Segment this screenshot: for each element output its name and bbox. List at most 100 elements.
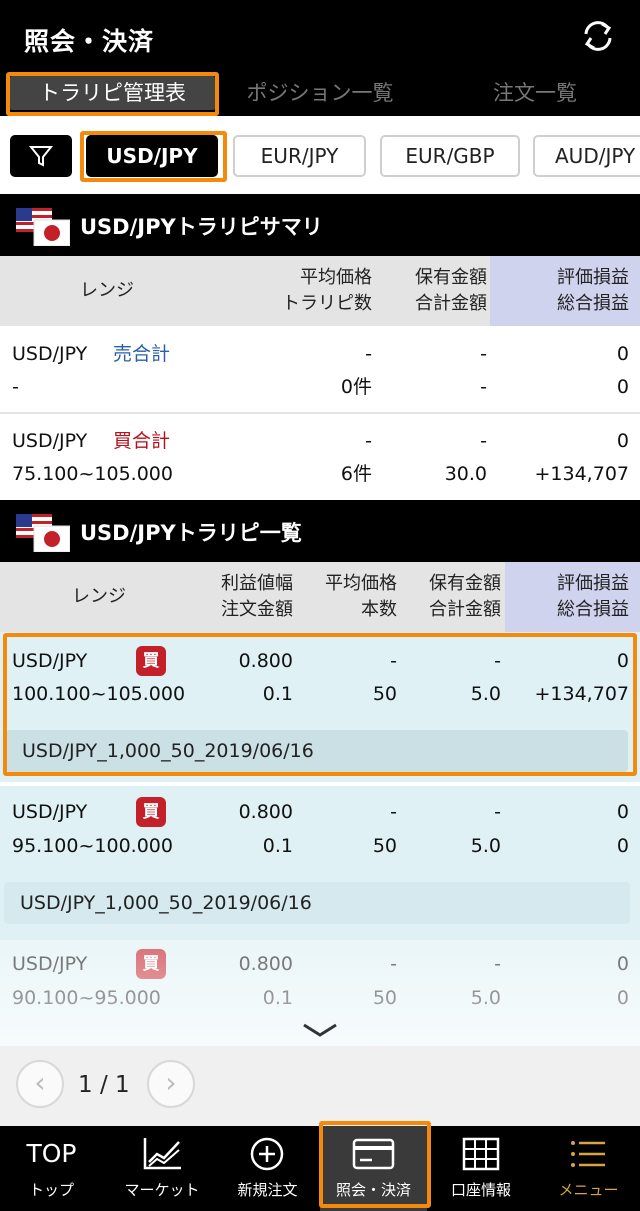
pair-chip-eurjpy[interactable]: EUR/JPY — [233, 135, 366, 177]
col-total: 合計金額 — [415, 293, 487, 314]
nav-label: 新規注文 — [237, 1181, 298, 1199]
count-value: 50 — [372, 683, 397, 705]
nav-label: メニュー — [558, 1181, 619, 1199]
table-icon — [462, 1137, 500, 1171]
col-total: 合計金額 — [429, 599, 501, 620]
bottom-nav: TOP トップ マーケット 新規注文 照会・決済 口座情報 メニュー — [0, 1126, 640, 1211]
eval-pl-value: 0 — [616, 650, 629, 672]
nav-new-order[interactable]: 新規注文 — [215, 1126, 320, 1211]
holding-value: - — [480, 430, 487, 452]
trap-name: USD/JPY_1,000_50_2019/06/16 — [6, 730, 628, 772]
range-value: 75.100~105.000 — [12, 463, 173, 485]
total-value: 5.0 — [470, 835, 501, 857]
total-pl-value: 0 — [616, 835, 629, 857]
count-value: 6件 — [340, 463, 372, 485]
profit-width-value: 0.800 — [238, 953, 293, 975]
summary-header: USD/JPYトラリピサマリ — [0, 194, 640, 256]
filter-icon — [28, 146, 54, 167]
total-value: 5.0 — [470, 987, 501, 1009]
us-jp-flag-icon — [16, 514, 70, 552]
filter-bar: USD/JPY EUR/JPY EUR/GBP AUD/JPY — [0, 116, 640, 194]
refresh-icon[interactable] — [578, 16, 618, 56]
tab-label: ポジション一覧 — [246, 81, 394, 105]
profit-width-value: 0.800 — [238, 801, 293, 823]
side-label: 売合計 — [113, 343, 171, 365]
tab-orders[interactable]: 注文一覧 — [440, 70, 630, 116]
prev-page-button[interactable]: ‹ — [16, 1060, 64, 1108]
chevron-down-icon[interactable] — [300, 1020, 340, 1040]
avg-price-value: - — [365, 430, 372, 452]
nav-top[interactable]: TOP トップ — [0, 1126, 103, 1211]
eval-pl-value: 0 — [616, 430, 629, 452]
holding-value: - — [494, 801, 501, 823]
list-header: USD/JPYトラリピ一覧 — [0, 500, 640, 562]
side-label: 買合計 — [113, 430, 171, 452]
trap-name: USD/JPY_1,000_50_2019/06/16 — [4, 882, 630, 924]
eval-pl-value: 0 — [616, 801, 629, 823]
list-column-header: レンジ 利益値幅 注文金額 平均価格 本数 保有金額 合計金額 評価損益 総合損… — [0, 562, 640, 632]
holding-value: - — [494, 953, 501, 975]
pagination: ‹ 1 / 1 › — [0, 1046, 640, 1126]
col-total-pl: 総合損益 — [557, 599, 629, 620]
nav-label: マーケット — [124, 1181, 200, 1199]
col-total-pl: 総合損益 — [557, 293, 629, 314]
order-amount-value: 0.1 — [262, 835, 293, 857]
pair-label: USD/JPY — [12, 430, 88, 452]
holding-value: - — [494, 650, 501, 672]
pair-label: USD/JPY — [12, 650, 88, 672]
col-count: 本数 — [361, 599, 397, 620]
nav-inquiry[interactable]: 照会・決済 — [320, 1126, 427, 1211]
nav-label: 照会・決済 — [335, 1181, 411, 1199]
us-jp-flag-icon — [16, 208, 70, 246]
avg-price-value: - — [365, 343, 372, 365]
holding-value: - — [480, 343, 487, 365]
range-value: - — [12, 376, 19, 398]
plus-circle-icon — [250, 1137, 284, 1171]
pair-chip-audjpy[interactable]: AUD/JPY — [533, 135, 640, 177]
tab-label: 注文一覧 — [493, 81, 577, 105]
total-pl-value: +134,707 — [534, 683, 630, 705]
col-holding: 保有金額 — [415, 267, 487, 288]
buy-badge: 買 — [136, 797, 166, 827]
summary-row-buy[interactable]: USD/JPY 買合計 75.100~105.000 - 6件 - 30.0 0… — [0, 414, 640, 500]
tab-positions[interactable]: ポジション一覧 — [225, 70, 415, 116]
pair-chip-usdjpy[interactable]: USD/JPY — [86, 135, 218, 177]
col-avg-price: 平均価格 — [325, 573, 397, 594]
pair-label: USD/JPY — [12, 343, 88, 365]
next-page-button[interactable]: › — [147, 1060, 195, 1108]
eval-pl-value: 0 — [616, 953, 629, 975]
total-value: - — [480, 376, 487, 398]
avg-price-value: - — [390, 953, 397, 975]
pair-chip-eurgbp[interactable]: EUR/GBP — [380, 135, 520, 177]
col-avg-price: 平均価格 — [300, 267, 372, 288]
eval-pl-value: 0 — [616, 343, 629, 365]
card-icon — [352, 1138, 395, 1170]
nav-account[interactable]: 口座情報 — [428, 1126, 534, 1211]
app-header: 照会・決済 — [0, 0, 640, 70]
total-pl-value: +134,707 — [534, 463, 630, 485]
section-title: USD/JPYトラリピサマリ — [80, 215, 323, 239]
filter-button[interactable] — [10, 135, 72, 177]
buy-badge: 買 — [136, 646, 166, 676]
nav-market[interactable]: マーケット — [109, 1126, 215, 1211]
total-pl-value: 0 — [616, 376, 629, 398]
nav-menu[interactable]: メニュー — [537, 1126, 640, 1211]
profit-width-value: 0.800 — [238, 650, 293, 672]
pair-label: USD/JPY — [12, 953, 88, 975]
trap-row[interactable]: USD/JPY 買 100.100~105.000 0.800 0.1 - 50… — [0, 632, 640, 782]
top-icon: TOP — [26, 1139, 77, 1168]
count-value: 50 — [372, 835, 397, 857]
col-range: レンジ — [80, 280, 134, 301]
col-holding: 保有金額 — [429, 573, 501, 594]
range-value: 95.100~100.000 — [12, 835, 173, 857]
trap-row[interactable]: USD/JPY 買 95.100~100.000 0.800 0.1 - 50 … — [0, 786, 640, 940]
tab-trap-management[interactable]: トラリピ管理表 — [10, 70, 215, 116]
total-value: 5.0 — [470, 683, 501, 705]
col-eval-pl: 評価損益 — [557, 267, 629, 288]
summary-row-sell[interactable]: USD/JPY 売合計 - - 0件 - - 0 0 — [0, 326, 640, 412]
page-indicator: 1 / 1 — [78, 1072, 130, 1098]
avg-price-value: - — [390, 650, 397, 672]
range-value: 90.100~95.000 — [12, 987, 161, 1009]
col-eval-pl: 評価損益 — [557, 573, 629, 594]
order-amount-value: 0.1 — [262, 683, 293, 705]
